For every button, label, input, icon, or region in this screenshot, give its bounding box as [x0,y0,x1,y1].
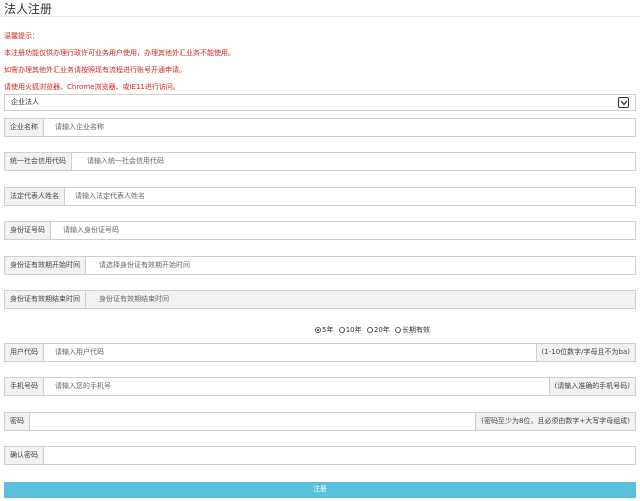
phone-row: 手机号码 (请输入准确的手机号码) [4,377,636,396]
page-title: 法人注册 [4,2,53,16]
user-code-hint: (1-10位数字/字母且不为ba) [535,344,635,361]
validity-option-10y[interactable]: 10年 [338,325,362,335]
confirm-password-label: 确认密码 [5,447,44,464]
id-start-date-input[interactable] [99,257,629,274]
id-start-label: 身份证有效期开始时间 [5,257,86,274]
user-code-input[interactable] [55,344,515,361]
id-number-row: 身份证号码 [4,221,636,240]
id-end-date-input [99,291,629,308]
confirm-password-input[interactable] [55,447,625,464]
notice-line: 如需办理其他外汇业务请按照现有流程进行账号开通申请。 [4,66,186,74]
entity-type-value: 企业法人 [11,98,39,106]
credit-code-input[interactable] [87,153,627,170]
chevron-down-icon[interactable] [618,97,629,108]
id-number-input[interactable] [63,222,623,239]
radio-icon [395,327,402,333]
company-name-input[interactable] [55,119,625,136]
id-end-row: 身份证有效期结束时间 [4,290,636,309]
password-input[interactable] [39,413,459,430]
radio-icon [338,327,345,333]
validity-option-5y[interactable]: 5年 [315,325,333,335]
validity-option-20y[interactable]: 20年 [366,325,390,335]
password-hint: (密码至少为8位，且必须由数字+大写字母组成) [475,413,635,430]
credit-code-row: 统一社会信用代码 [4,152,636,171]
title-divider [0,16,640,17]
password-row: 密码 (密码至少为8位，且必须由数字+大写字母组成) [4,412,636,431]
legal-rep-row: 法定代表人姓名 [4,187,636,206]
password-label: 密码 [5,413,30,430]
credit-code-label: 统一社会信用代码 [5,153,72,170]
id-end-label: 身份证有效期结束时间 [5,291,86,308]
legal-rep-input[interactable] [75,188,625,205]
user-code-row: 用户代码 (1-10位数字/字母且不为ba) [4,343,636,362]
entity-type-select[interactable]: 企业法人 [4,94,636,111]
radio-selected-icon [315,327,321,333]
user-code-label: 用户代码 [5,344,44,361]
id-start-row: 身份证有效期开始时间 [4,256,636,275]
notice-line: 本注册功能仅供办理行政许可业务用户使用，办理其他外汇业务不能使用。 [4,49,235,57]
company-name-label: 企业名称 [5,119,44,136]
validity-option-permanent[interactable]: 长期有效 [395,325,430,335]
register-button[interactable]: 注册 [4,482,636,498]
notice-line: 温馨提示： [4,32,39,40]
radio-icon [366,327,373,333]
company-name-row: 企业名称 [4,118,636,137]
phone-input[interactable] [55,378,515,395]
id-number-label: 身份证号码 [5,222,51,239]
legal-rep-label: 法定代表人姓名 [5,188,65,205]
notice-box: 温馨提示： 本注册功能仅供办理行政许可业务用户使用，办理其他外汇业务不能使用。 … [4,28,636,96]
validity-radio-group: 5年 10年 20年 长期有效 [315,325,433,335]
phone-hint: (请输入准确的手机号码) [548,378,635,395]
phone-label: 手机号码 [5,378,44,395]
confirm-password-row: 确认密码 [4,446,636,465]
